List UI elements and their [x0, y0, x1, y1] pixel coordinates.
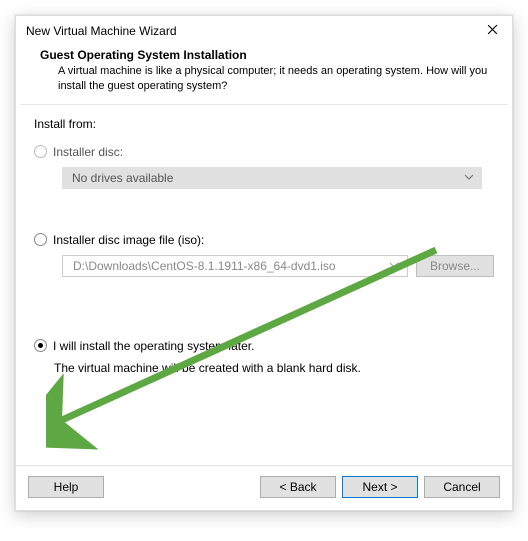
- radio-install-later-label: I will install the operating system late…: [53, 339, 254, 353]
- option-install-later: I will install the operating system late…: [34, 339, 494, 375]
- chevron-down-icon: [389, 259, 399, 273]
- radio-installer-disc-label: Installer disc:: [53, 145, 123, 159]
- browse-button[interactable]: Browse...: [416, 255, 494, 277]
- install-later-description: The virtual machine will be created with…: [54, 361, 494, 375]
- radio-install-later[interactable]: [34, 339, 47, 352]
- option-iso: Installer disc image file (iso): D:\Down…: [34, 233, 494, 277]
- help-button-label: Help: [54, 480, 79, 494]
- radio-iso-row: Installer disc image file (iso):: [34, 233, 494, 247]
- wizard-footer: Help < Back Next > Cancel: [16, 465, 512, 510]
- cancel-button[interactable]: Cancel: [424, 476, 500, 498]
- cancel-button-label: Cancel: [443, 480, 480, 494]
- disc-drive-value: No drives available: [72, 171, 173, 185]
- wizard-dialog: New Virtual Machine Wizard Guest Operati…: [15, 15, 513, 511]
- window-title: New Virtual Machine Wizard: [26, 24, 177, 38]
- next-button-label: Next >: [362, 480, 397, 494]
- radio-installer-disc-row: Installer disc:: [34, 145, 494, 159]
- next-button[interactable]: Next >: [342, 476, 418, 498]
- chevron-down-icon: [464, 171, 474, 185]
- radio-iso[interactable]: [34, 233, 47, 246]
- install-from-label: Install from:: [34, 117, 494, 131]
- browse-button-label: Browse...: [430, 259, 480, 273]
- help-button[interactable]: Help: [28, 476, 104, 498]
- wizard-header: Guest Operating System Installation A vi…: [16, 46, 512, 104]
- option-installer-disc: Installer disc: No drives available: [34, 145, 494, 189]
- header-description: A virtual machine is like a physical com…: [40, 62, 488, 94]
- iso-path-row: D:\Downloads\CentOS-8.1.1911-x86_64-dvd1…: [34, 255, 494, 277]
- back-button[interactable]: < Back: [260, 476, 336, 498]
- radio-iso-label: Installer disc image file (iso):: [53, 233, 204, 247]
- iso-path-dropdown[interactable]: D:\Downloads\CentOS-8.1.1911-x86_64-dvd1…: [62, 255, 408, 277]
- close-icon: [487, 24, 498, 38]
- radio-installer-disc[interactable]: [34, 145, 47, 158]
- header-title: Guest Operating System Installation: [40, 48, 488, 62]
- close-button[interactable]: [480, 19, 504, 43]
- titlebar: New Virtual Machine Wizard: [16, 16, 512, 46]
- radio-install-later-row: I will install the operating system late…: [34, 339, 494, 353]
- wizard-content: Install from: Installer disc: No drives …: [16, 105, 512, 465]
- back-button-label: < Back: [279, 480, 316, 494]
- iso-path-value: D:\Downloads\CentOS-8.1.1911-x86_64-dvd1…: [73, 259, 336, 273]
- disc-drive-dropdown[interactable]: No drives available: [62, 167, 482, 189]
